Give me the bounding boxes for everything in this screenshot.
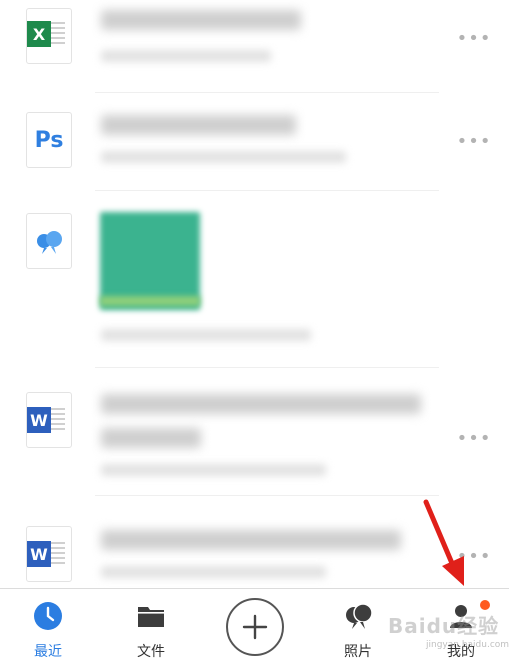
annotation-arrow-icon: [423, 499, 464, 586]
file-meta: [101, 566, 326, 578]
list-item[interactable]: X •••: [0, 0, 509, 95]
list-item[interactable]: [0, 195, 509, 370]
clock-icon: [34, 602, 62, 630]
tab-files-label: 文件: [137, 644, 165, 660]
tab-photos[interactable]: 照片: [318, 589, 398, 666]
watermark-url: jingyan.baidu.com: [426, 640, 509, 650]
more-options-icon[interactable]: •••: [457, 131, 491, 152]
tab-recent-label: 最近: [34, 644, 62, 660]
file-meta: [101, 329, 311, 341]
tab-photos-label: 照片: [344, 644, 372, 660]
file-name: [101, 394, 421, 414]
file-name-line-2: [101, 428, 201, 448]
word-file-icon: W: [26, 392, 72, 448]
list-item[interactable]: W •••: [0, 370, 509, 498]
photos-file-icon: [26, 213, 72, 269]
more-options-icon[interactable]: •••: [457, 28, 491, 49]
excel-file-icon: X: [26, 8, 72, 64]
list-item[interactable]: Ps •••: [0, 95, 509, 195]
add-button[interactable]: [226, 598, 284, 656]
ps-file-icon: Ps: [26, 112, 72, 168]
file-name: [101, 10, 301, 30]
folder-icon: [138, 607, 164, 627]
watermark: Baidu经验: [388, 614, 500, 638]
file-meta: [101, 50, 271, 62]
word-file-icon: W: [26, 526, 72, 582]
notification-dot: [480, 600, 490, 610]
tab-files[interactable]: 文件: [111, 589, 191, 666]
plus-icon: [242, 614, 268, 640]
file-meta: [101, 151, 346, 163]
tab-recent[interactable]: 最近: [8, 589, 88, 666]
file-name: [101, 115, 296, 135]
more-options-icon[interactable]: •••: [457, 428, 491, 449]
file-name: [101, 530, 401, 550]
file-meta: [101, 464, 326, 476]
photos-icon: [346, 603, 373, 629]
